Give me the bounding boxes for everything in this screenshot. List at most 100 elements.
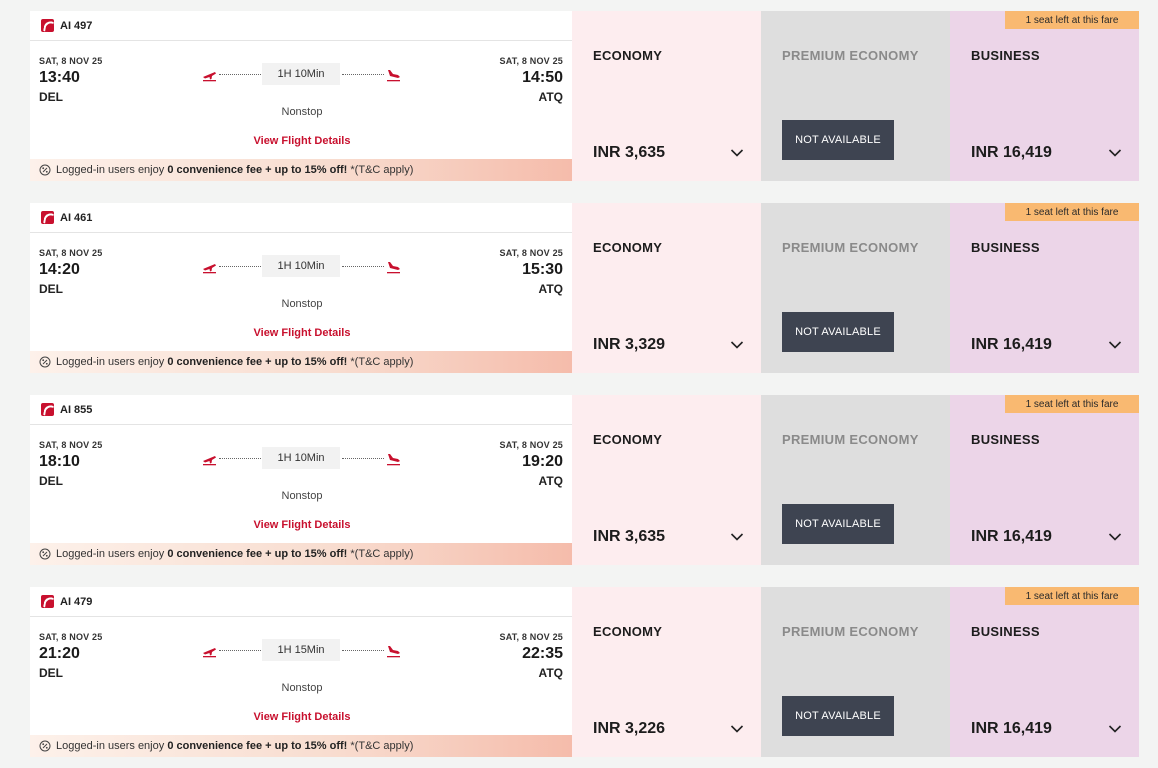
chevron-down-icon[interactable] xyxy=(1108,340,1122,350)
route-line: 1H 10Min xyxy=(202,447,402,471)
flight-card: AI 855 SAT, 8 NOV 25 18:10 DEL 1H 10Min … xyxy=(30,395,1139,565)
premium-economy-label: PREMIUM ECONOMY xyxy=(782,48,919,63)
flight-header: AI 461 xyxy=(30,203,572,233)
stops-label: Nonstop xyxy=(281,106,323,118)
stops-label: Nonstop xyxy=(281,682,323,694)
chevron-down-icon[interactable] xyxy=(730,532,744,542)
arrival-time: 22:35 xyxy=(522,645,563,662)
departure-block: SAT, 8 NOV 25 13:40 DEL xyxy=(39,56,102,104)
departure-time: 18:10 xyxy=(39,453,80,470)
landing-icon xyxy=(387,262,400,274)
flight-header: AI 479 xyxy=(30,587,572,617)
business-fare-column[interactable]: 1 seat left at this fare BUSINESS INR 16… xyxy=(950,203,1139,373)
view-flight-details-link[interactable]: View Flight Details xyxy=(202,135,402,147)
departure-date: SAT, 8 NOV 25 xyxy=(39,632,103,642)
promo-text-suffix: *(T&C apply) xyxy=(350,740,414,752)
promo-banner: Logged-in users enjoy 0 convenience fee … xyxy=(30,735,572,757)
takeoff-icon xyxy=(203,648,216,658)
business-price: INR 16,419 xyxy=(971,336,1052,353)
flight-duration: 1H 10Min xyxy=(262,447,340,469)
arrival-airport-code: ATQ xyxy=(538,666,563,680)
economy-fare-column[interactable]: ECONOMY INR 3,635 xyxy=(572,11,761,181)
route-dotted-line xyxy=(219,650,261,651)
economy-label: ECONOMY xyxy=(593,48,663,63)
economy-fare-column[interactable]: ECONOMY INR 3,635 xyxy=(572,395,761,565)
airline-logo-icon xyxy=(41,211,54,224)
arrival-block: SAT, 8 NOV 25 14:50 ATQ xyxy=(500,56,563,104)
departure-date: SAT, 8 NOV 25 xyxy=(39,56,103,66)
business-fare-column[interactable]: 1 seat left at this fare BUSINESS INR 16… xyxy=(950,587,1139,757)
business-fare-column[interactable]: 1 seat left at this fare BUSINESS INR 16… xyxy=(950,11,1139,181)
not-available-badge: NOT AVAILABLE xyxy=(782,504,894,544)
route-dotted-line xyxy=(342,74,384,75)
economy-label: ECONOMY xyxy=(593,624,663,639)
premium-economy-fare-column: PREMIUM ECONOMY NOT AVAILABLE xyxy=(761,203,950,373)
promo-text-prefix: Logged-in users enjoy xyxy=(56,356,165,368)
route-dotted-line xyxy=(342,266,384,267)
flight-info-panel: AI 855 SAT, 8 NOV 25 18:10 DEL 1H 10Min … xyxy=(30,395,572,565)
flight-duration: 1H 15Min xyxy=(262,639,340,661)
stops-label: Nonstop xyxy=(281,490,323,502)
flight-number: AI 855 xyxy=(60,403,93,416)
flight-card: AI 461 SAT, 8 NOV 25 14:20 DEL 1H 10Min … xyxy=(30,203,1139,373)
promo-text-suffix: *(T&C apply) xyxy=(350,164,414,176)
view-flight-details-link[interactable]: View Flight Details xyxy=(202,519,402,531)
economy-fare-column[interactable]: ECONOMY INR 3,226 xyxy=(572,587,761,757)
departure-time: 13:40 xyxy=(39,69,80,86)
chevron-down-icon[interactable] xyxy=(730,148,744,158)
arrival-airport-code: ATQ xyxy=(538,474,563,488)
not-available-badge: NOT AVAILABLE xyxy=(782,696,894,736)
departure-date: SAT, 8 NOV 25 xyxy=(39,248,103,258)
arrival-date: SAT, 8 NOV 25 xyxy=(499,440,563,450)
premium-economy-label: PREMIUM ECONOMY xyxy=(782,432,919,447)
economy-label: ECONOMY xyxy=(593,432,663,447)
seat-availability-badge: 1 seat left at this fare xyxy=(1005,395,1139,413)
business-price: INR 16,419 xyxy=(971,144,1052,161)
airline-logo-icon xyxy=(41,19,54,32)
business-price: INR 16,419 xyxy=(971,528,1052,545)
not-available-badge: NOT AVAILABLE xyxy=(782,120,894,160)
chevron-down-icon[interactable] xyxy=(1108,724,1122,734)
economy-price: INR 3,329 xyxy=(593,336,666,353)
promo-text-bold: 0 convenience fee + up to 15% off! xyxy=(167,164,348,176)
premium-economy-label: PREMIUM ECONOMY xyxy=(782,240,919,255)
departure-time: 14:20 xyxy=(39,261,80,278)
economy-fare-column[interactable]: ECONOMY INR 3,329 xyxy=(572,203,761,373)
arrival-airport-code: ATQ xyxy=(538,90,563,104)
promo-banner: Logged-in users enjoy 0 convenience fee … xyxy=(30,351,572,373)
departure-airport-code: DEL xyxy=(39,474,63,488)
chevron-down-icon[interactable] xyxy=(730,340,744,350)
flight-card: AI 497 SAT, 8 NOV 25 13:40 DEL 1H 10Min … xyxy=(30,11,1139,181)
view-flight-details-link[interactable]: View Flight Details xyxy=(202,711,402,723)
chevron-down-icon[interactable] xyxy=(1108,532,1122,542)
premium-economy-fare-column: PREMIUM ECONOMY NOT AVAILABLE xyxy=(761,395,950,565)
chevron-down-icon[interactable] xyxy=(1108,148,1122,158)
departure-time: 21:20 xyxy=(39,645,80,662)
flight-header: AI 497 xyxy=(30,11,572,41)
economy-price: INR 3,635 xyxy=(593,144,666,161)
business-price: INR 16,419 xyxy=(971,720,1052,737)
chevron-down-icon[interactable] xyxy=(730,724,744,734)
arrival-date: SAT, 8 NOV 25 xyxy=(499,248,563,258)
arrival-time: 14:50 xyxy=(522,69,563,86)
business-label: BUSINESS xyxy=(971,240,1040,255)
route-dotted-line xyxy=(342,650,384,651)
route-dotted-line xyxy=(219,458,261,459)
promo-text-prefix: Logged-in users enjoy xyxy=(56,164,165,176)
takeoff-icon xyxy=(203,72,216,82)
route-dotted-line xyxy=(342,458,384,459)
view-flight-details-link[interactable]: View Flight Details xyxy=(202,327,402,339)
promo-text-bold: 0 convenience fee + up to 15% off! xyxy=(167,356,348,368)
departure-airport-code: DEL xyxy=(39,90,63,104)
departure-date: SAT, 8 NOV 25 xyxy=(39,440,103,450)
flight-card: AI 479 SAT, 8 NOV 25 21:20 DEL 1H 15Min … xyxy=(30,587,1139,757)
business-fare-column[interactable]: 1 seat left at this fare BUSINESS INR 16… xyxy=(950,395,1139,565)
departure-block: SAT, 8 NOV 25 18:10 DEL xyxy=(39,440,102,488)
promo-text-suffix: *(T&C apply) xyxy=(350,356,414,368)
landing-icon xyxy=(387,646,400,658)
discount-icon xyxy=(39,164,51,176)
route-dotted-line xyxy=(219,74,261,75)
arrival-time: 15:30 xyxy=(522,261,563,278)
route-line: 1H 10Min xyxy=(202,255,402,279)
promo-text-bold: 0 convenience fee + up to 15% off! xyxy=(167,740,348,752)
